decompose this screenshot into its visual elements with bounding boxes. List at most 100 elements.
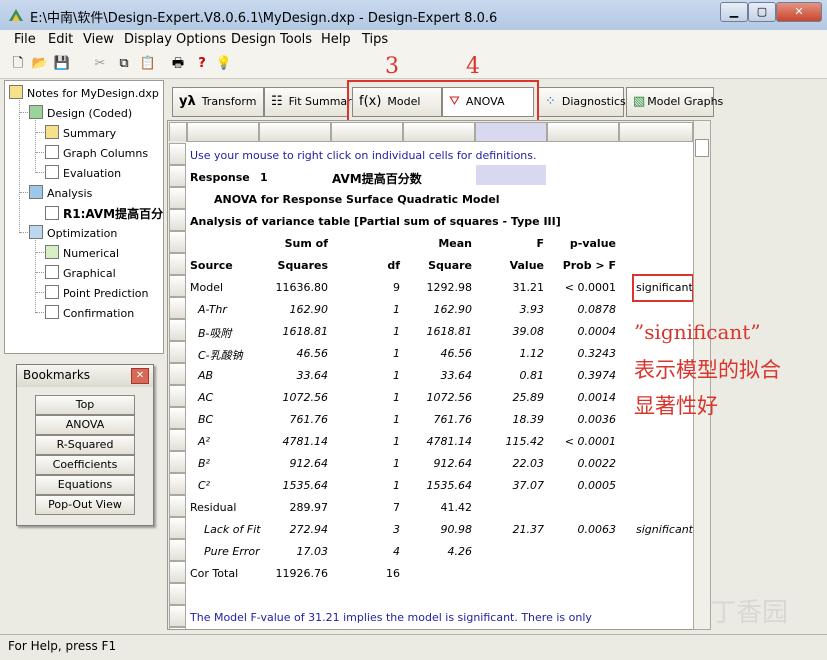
source-cell[interactable]: C-乳酸钠 bbox=[198, 347, 243, 363]
row-header-cell[interactable] bbox=[169, 143, 186, 165]
p-value-cell[interactable]: 0.3243 bbox=[546, 347, 617, 360]
diagnostics-button[interactable]: ⁘ Diagnostics bbox=[538, 87, 626, 117]
tree-node-design[interactable]: Design (Coded) bbox=[29, 105, 132, 120]
row-header-cell[interactable] bbox=[169, 605, 186, 627]
menu-tips[interactable]: Tips bbox=[362, 32, 388, 47]
sum-of-squares-cell[interactable]: 272.94 bbox=[258, 523, 329, 536]
menu-design-tools[interactable]: Design Tools bbox=[231, 32, 312, 47]
p-value-cell[interactable]: < 0.0001 bbox=[546, 281, 616, 294]
p-value-cell[interactable]: 0.0036 bbox=[546, 413, 617, 426]
maximize-button[interactable]: ▢ bbox=[748, 2, 776, 22]
scroll-thumb[interactable] bbox=[695, 139, 709, 157]
sum-of-squares-cell[interactable]: 912.64 bbox=[258, 457, 329, 470]
mean-square-cell[interactable]: 90.98 bbox=[402, 523, 473, 536]
tree-node-optimization[interactable]: Optimization bbox=[29, 225, 117, 240]
df-cell[interactable]: 7 bbox=[330, 501, 400, 514]
row-header-cell[interactable] bbox=[169, 231, 186, 253]
menu-display-options[interactable]: Display Options bbox=[124, 32, 226, 47]
row-header-cell[interactable] bbox=[169, 187, 186, 209]
df-cell[interactable]: 16 bbox=[330, 567, 400, 580]
p-value-cell[interactable]: 0.0022 bbox=[546, 457, 617, 470]
tree-node-analysis[interactable]: Analysis bbox=[29, 185, 92, 200]
sum-of-squares-cell[interactable]: 289.97 bbox=[258, 501, 329, 514]
row-header-cell[interactable] bbox=[169, 385, 186, 407]
menu-view[interactable]: View bbox=[83, 32, 114, 47]
source-cell[interactable]: AC bbox=[198, 391, 213, 404]
model-graphs-button[interactable]: ▧ Model Graphs bbox=[626, 87, 723, 117]
source-cell[interactable]: B² bbox=[198, 457, 210, 470]
mean-square-cell[interactable]: 761.76 bbox=[402, 413, 473, 426]
mean-square-cell[interactable]: 1618.81 bbox=[402, 325, 473, 338]
row-header-cell[interactable] bbox=[169, 407, 186, 429]
tree-node-graph-columns[interactable]: Graph Columns bbox=[45, 145, 148, 160]
p-value-cell[interactable]: 0.0004 bbox=[546, 325, 617, 338]
row-header-cell[interactable] bbox=[169, 165, 186, 187]
row-header-cell[interactable] bbox=[169, 275, 186, 297]
p-value-cell[interactable]: 0.0878 bbox=[546, 303, 617, 316]
bookmark-top-button[interactable]: Top bbox=[35, 395, 135, 415]
transform-button[interactable]: yλ Transform bbox=[172, 87, 264, 117]
source-cell[interactable]: Lack of Fit bbox=[204, 523, 261, 536]
f-value-cell[interactable]: 25.89 bbox=[474, 391, 545, 404]
source-cell[interactable]: A² bbox=[198, 435, 210, 448]
df-cell[interactable]: 1 bbox=[330, 325, 400, 338]
sum-of-squares-cell[interactable]: 1072.56 bbox=[258, 391, 329, 404]
source-cell[interactable]: Cor Total bbox=[190, 567, 238, 580]
source-cell[interactable]: A-Thr bbox=[198, 303, 227, 316]
sum-of-squares-cell[interactable]: 162.90 bbox=[258, 303, 329, 316]
print-icon[interactable]: 🖶 bbox=[168, 54, 188, 74]
row-header-cell[interactable] bbox=[169, 363, 186, 385]
row-header-cell[interactable] bbox=[169, 253, 186, 275]
tree-node-confirmation[interactable]: Confirmation bbox=[45, 305, 134, 320]
mean-square-cell[interactable]: 1535.64 bbox=[402, 479, 473, 492]
sum-of-squares-cell[interactable]: 11636.80 bbox=[258, 281, 329, 294]
df-cell[interactable]: 9 bbox=[330, 281, 400, 294]
sum-of-squares-cell[interactable]: 17.03 bbox=[258, 545, 329, 558]
f-value-cell[interactable]: 1.12 bbox=[474, 347, 545, 360]
f-value-cell[interactable]: 115.42 bbox=[474, 435, 545, 448]
f-value-cell[interactable]: 18.39 bbox=[474, 413, 545, 426]
open-folder-icon[interactable]: 📂 bbox=[30, 54, 50, 74]
p-value-cell[interactable]: 0.0063 bbox=[546, 523, 617, 536]
f-value-cell[interactable]: 39.08 bbox=[474, 325, 545, 338]
minimize-button[interactable]: ▁ bbox=[720, 2, 748, 22]
row-header-cell[interactable] bbox=[169, 561, 186, 583]
p-value-cell[interactable]: 0.0005 bbox=[546, 479, 617, 492]
significance-note-cell[interactable]: significant bbox=[636, 523, 693, 536]
tree-node-notes[interactable]: Notes for MyDesign.dxp bbox=[9, 85, 159, 100]
mean-square-cell[interactable]: 1292.98 bbox=[402, 281, 473, 294]
selected-cell[interactable] bbox=[476, 165, 546, 185]
row-header-cell[interactable] bbox=[169, 209, 186, 231]
row-header-cell[interactable] bbox=[169, 319, 186, 341]
tree-node-numerical[interactable]: Numerical bbox=[45, 245, 119, 260]
paste-icon[interactable]: 📋 bbox=[138, 54, 158, 74]
row-header-cell[interactable] bbox=[169, 539, 186, 561]
df-cell[interactable]: 1 bbox=[330, 369, 400, 382]
sum-of-squares-cell[interactable]: 1618.81 bbox=[258, 325, 329, 338]
sum-of-squares-cell[interactable]: 1535.64 bbox=[258, 479, 329, 492]
f-value-cell[interactable]: 37.07 bbox=[474, 479, 545, 492]
source-cell[interactable]: Residual bbox=[190, 501, 236, 514]
tree-node-evaluation[interactable]: Evaluation bbox=[45, 165, 121, 180]
sum-of-squares-cell[interactable]: 4781.14 bbox=[258, 435, 329, 448]
mean-square-cell[interactable]: 33.64 bbox=[402, 369, 473, 382]
source-cell[interactable]: AB bbox=[198, 369, 213, 382]
bookmark-pop-out-view-button[interactable]: Pop-Out View bbox=[35, 495, 135, 515]
sum-of-squares-cell[interactable]: 33.64 bbox=[258, 369, 329, 382]
copy-icon[interactable]: ⧉ bbox=[114, 54, 134, 74]
row-header-cell[interactable] bbox=[169, 451, 186, 473]
bookmark-r-squared-button[interactable]: R-Squared bbox=[35, 435, 135, 455]
mean-square-cell[interactable]: 912.64 bbox=[402, 457, 473, 470]
f-value-cell[interactable]: 22.03 bbox=[474, 457, 545, 470]
p-value-cell[interactable]: 0.3974 bbox=[546, 369, 617, 382]
df-cell[interactable]: 1 bbox=[330, 435, 400, 448]
f-value-cell[interactable]: 0.81 bbox=[474, 369, 545, 382]
mean-square-cell[interactable]: 4.26 bbox=[402, 545, 473, 558]
mean-square-cell[interactable]: 41.42 bbox=[402, 501, 473, 514]
new-file-icon[interactable]: 🗋 bbox=[8, 54, 28, 74]
df-cell[interactable]: 1 bbox=[330, 391, 400, 404]
f-value-cell[interactable]: 31.21 bbox=[474, 281, 545, 294]
df-cell[interactable]: 1 bbox=[330, 457, 400, 470]
help-question-icon[interactable]: ? bbox=[192, 54, 212, 74]
source-cell[interactable]: C² bbox=[198, 479, 210, 492]
